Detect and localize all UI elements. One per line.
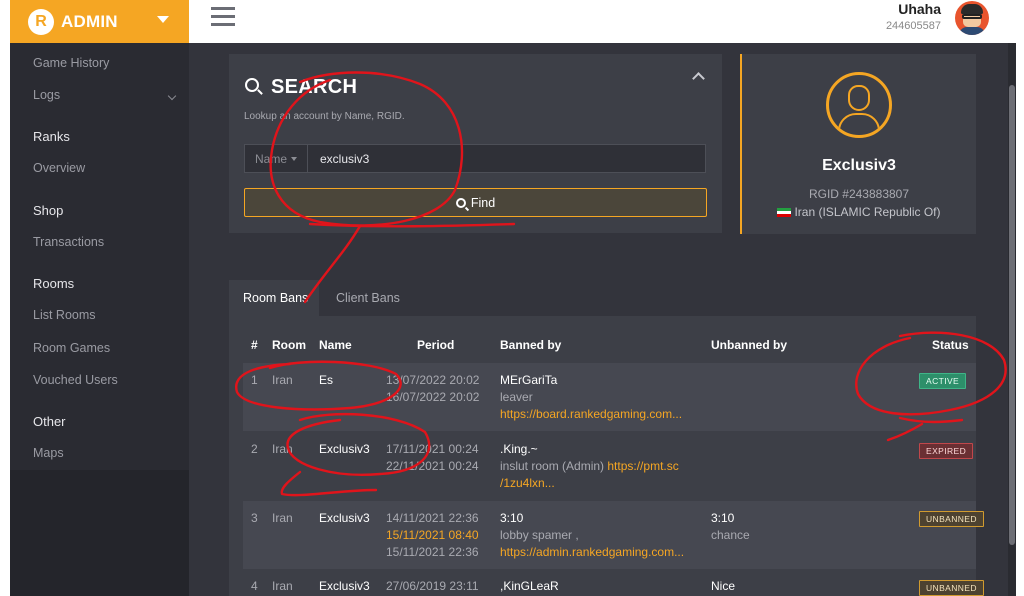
tab-room-bans[interactable]: Room Bans [229, 280, 319, 316]
profile-country-name: Iran (ISLAMIC Republic Of) [794, 205, 941, 219]
sidebar-item-transactions[interactable]: Transactions [33, 235, 104, 249]
sidebar-item-vouched-users[interactable]: Vouched Users [33, 373, 118, 387]
row-ban-reason: inslut room (Admin) https://pmt.sc [500, 459, 679, 473]
row-room: Iran [272, 579, 293, 593]
find-label: Find [470, 195, 496, 210]
user-id: 244605587 [885, 20, 941, 32]
row-name[interactable]: Exclusiv3 [319, 577, 370, 595]
row-ban-link[interactable]: https://pmt.sc [607, 459, 678, 473]
row-ban-reason: leaver [500, 390, 533, 404]
status-badge: ACTIVE [919, 373, 967, 389]
column-header-period: Period [417, 338, 455, 352]
sidebar-section-other: Other [33, 414, 66, 429]
row-ban-reason: lobby spamer , [500, 528, 579, 542]
sidebar-item-overview[interactable]: Overview [33, 161, 85, 175]
user-name[interactable]: Uhaha [898, 1, 941, 17]
table-row: 3 Iran Exclusiv3 14/11/2021 22:36 15/11/… [243, 501, 984, 569]
sidebar-section-shop: Shop [33, 203, 64, 218]
sidebar-item-list-rooms[interactable]: List Rooms [33, 308, 96, 322]
row-banned-by[interactable]: ,KinGLeaR [500, 577, 559, 595]
row-period-unban: 15/11/2021 08:40 [386, 528, 479, 542]
sidebar-section-ranks: Ranks [33, 129, 70, 144]
scrollbar-thumb[interactable] [1009, 85, 1015, 545]
status-badge: UNBANNED [919, 511, 984, 527]
search-icon [245, 78, 259, 92]
row-period-end: 16/07/2022 20:02 [386, 390, 480, 404]
iran-flag-icon [777, 208, 792, 217]
search-icon [455, 197, 466, 208]
row-number: 1 [251, 373, 258, 387]
profile-country: Iran (ISLAMIC Republic Of) [742, 205, 976, 219]
row-period-start: 14/11/2021 22:36 [386, 511, 479, 525]
status-badge: EXPIRED [919, 443, 974, 459]
row-period-end: 22/11/2021 00:24 [386, 459, 479, 473]
row-number: 4 [251, 579, 258, 593]
row-name[interactable]: Exclusiv3 [319, 509, 370, 527]
row-unbanned-by[interactable]: Nice [711, 577, 735, 595]
column-header-number: # [251, 338, 258, 352]
row-banned-by[interactable]: 3:10 [500, 509, 523, 527]
brand-bar[interactable]: R ADMIN [10, 0, 189, 43]
row-unbanned-by[interactable]: 3:10 [711, 509, 734, 527]
caret-down-icon[interactable] [157, 16, 169, 23]
table-row: 1 Iran Es 13/07/2022 20:02 16/07/2022 20… [243, 363, 976, 431]
row-room: Iran [272, 373, 293, 387]
find-button[interactable]: Find [244, 188, 707, 217]
tab-client-bans[interactable]: Client Bans [336, 291, 400, 305]
row-banned-by[interactable]: MErGariTa [500, 371, 557, 389]
sidebar-item-maps[interactable]: Maps [33, 446, 64, 460]
brand-name: ADMIN [61, 11, 118, 31]
row-ban-link[interactable]: https://admin.rankedgaming.com... [500, 543, 684, 561]
sidebar-item-game-history[interactable]: Game History [33, 56, 109, 70]
column-header-status: Status [932, 338, 969, 352]
sidebar: Game History Logs Ranks Overview Shop Tr… [10, 43, 189, 596]
status-badge: UNBANNED [919, 580, 984, 596]
row-name[interactable]: Es [319, 371, 333, 389]
row-banned-by[interactable]: .King.~ [500, 440, 538, 458]
row-room: Iran [272, 511, 293, 525]
search-input[interactable] [308, 144, 706, 173]
chevron-up-icon[interactable] [692, 72, 705, 85]
column-header-name: Name [319, 338, 352, 352]
user-icon [826, 72, 892, 138]
profile-panel: Exclusiv3 RGID #243883807 Iran (ISLAMIC … [740, 54, 976, 234]
table-row: 2 Iran Exclusiv3 17/11/2021 00:24 22/11/… [243, 431, 976, 501]
column-header-unbanned-by: Unbanned by [711, 338, 788, 352]
row-period-start: 27/06/2019 23:11 [386, 579, 479, 593]
profile-name: Exclusiv3 [822, 157, 896, 174]
row-period-end: 15/11/2021 22:36 [386, 545, 479, 559]
brand-logo-icon: R [28, 8, 54, 35]
sidebar-section-rooms: Rooms [33, 276, 75, 291]
row-unban-reason: chance [711, 528, 750, 542]
row-name[interactable]: Exclusiv3 [319, 440, 370, 458]
search-type-select[interactable]: Name [244, 144, 308, 173]
column-header-banned-by: Banned by [500, 338, 562, 352]
search-title: SEARCH [271, 76, 358, 98]
app-frame: R ADMIN Uhaha 244605587 Game History Log… [10, 0, 1016, 596]
profile-rgid: RGID #243883807 [808, 187, 910, 201]
bans-table: # Room Name Period Banned by Unbanned by… [229, 316, 984, 596]
sidebar-item-logs[interactable]: Logs [33, 88, 60, 102]
row-number: 2 [251, 442, 258, 456]
search-hint: Lookup an account by Name, RGID. [244, 111, 405, 122]
table-row: 4 Iran Exclusiv3 27/06/2019 23:11 ,KinGL… [243, 569, 984, 596]
chevron-down-icon[interactable] [167, 91, 177, 101]
row-number: 3 [251, 511, 258, 525]
top-bar: Uhaha 244605587 [189, 0, 1016, 43]
column-header-room: Room [272, 338, 306, 352]
scrollbar[interactable] [1008, 43, 1016, 596]
avatar[interactable] [955, 1, 989, 35]
row-period-start: 17/11/2021 00:24 [386, 442, 479, 456]
search-type-label: Name [255, 151, 288, 166]
hamburger-menu-icon[interactable] [211, 7, 235, 29]
sidebar-item-room-games[interactable]: Room Games [33, 341, 110, 355]
row-ban-link-cont[interactable]: /1zu4lxn... [500, 474, 555, 492]
search-panel: SEARCH Lookup an account by Name, RGID. … [229, 54, 722, 233]
row-room: Iran [272, 442, 293, 456]
row-period-start: 13/07/2022 20:02 [386, 373, 480, 387]
row-ban-link[interactable]: https://board.rankedgaming.com... [500, 405, 682, 423]
dropdown-caret-icon [291, 156, 298, 161]
